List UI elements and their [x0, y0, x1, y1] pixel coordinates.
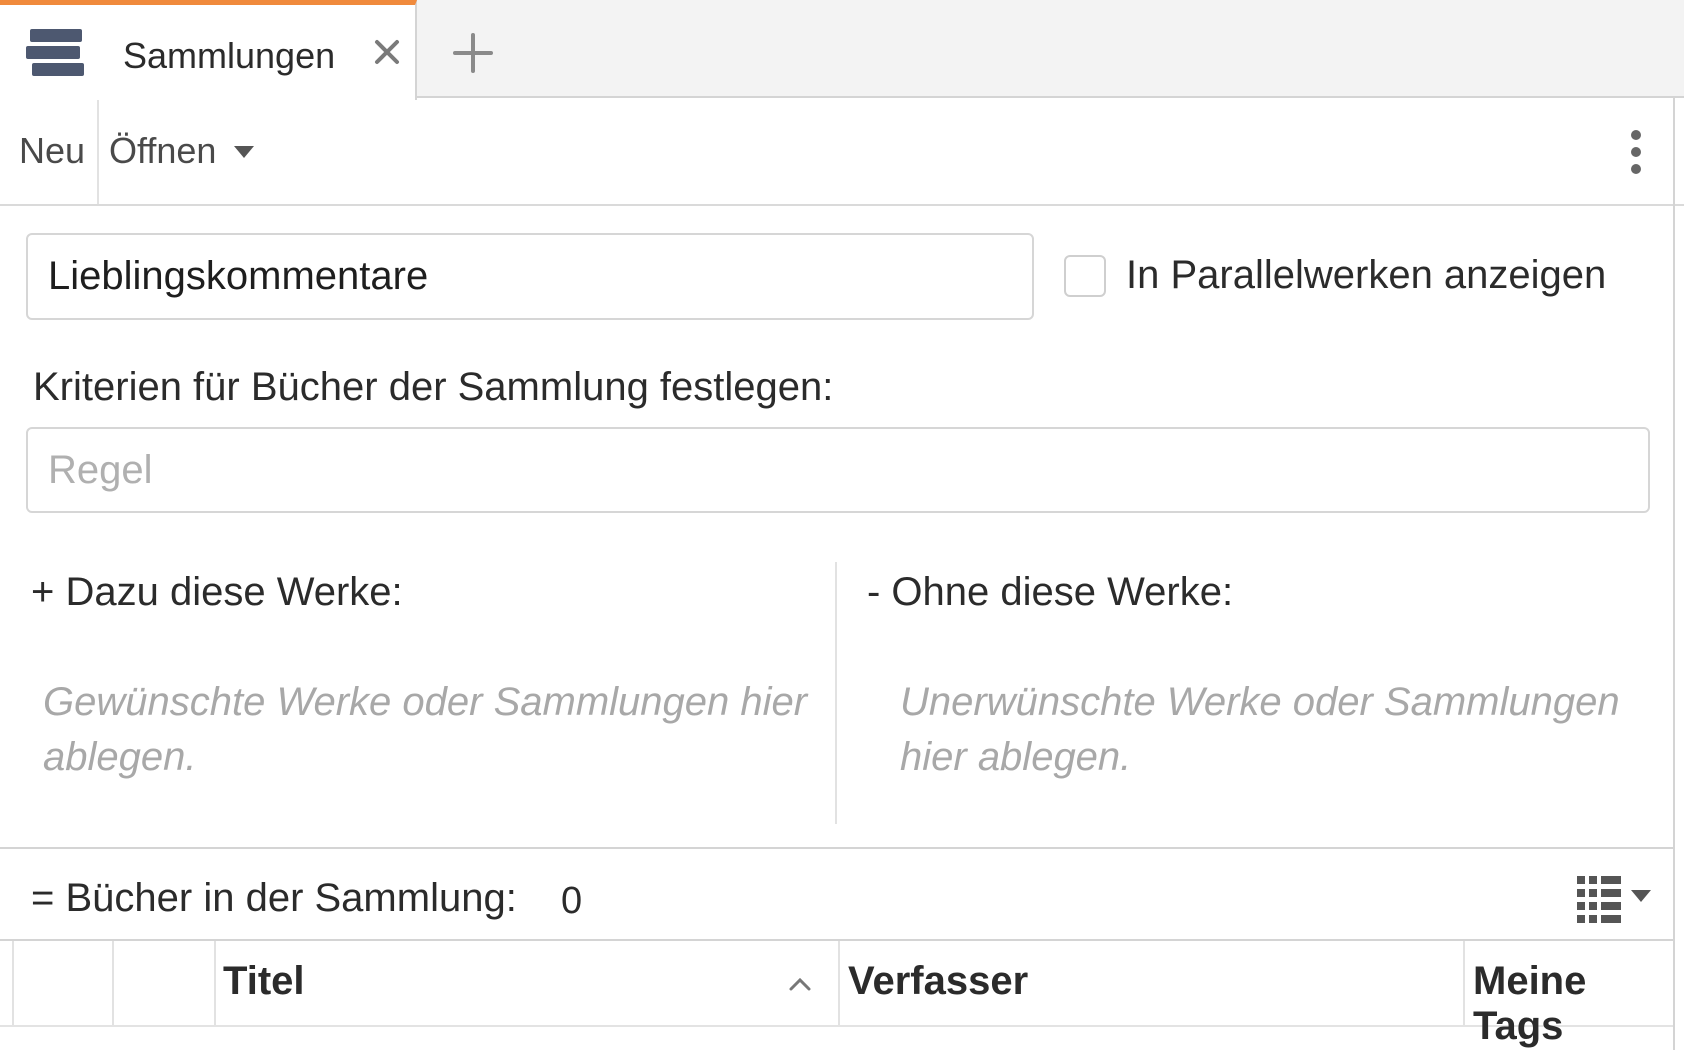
column-header-tags[interactable]: Meine Tags [1473, 959, 1673, 1049]
collection-name-input[interactable] [26, 233, 1034, 320]
column-divider [214, 941, 216, 1025]
list-view-icon[interactable] [1577, 876, 1657, 924]
open-dropdown-button[interactable]: Öffnen [109, 130, 216, 172]
column-divider [112, 941, 114, 1025]
tab-sammlungen[interactable]: Sammlungen [0, 0, 417, 100]
column-header-title[interactable]: Titel [223, 959, 305, 1004]
parallel-checkbox[interactable] [1064, 255, 1106, 297]
exclude-drop-zone[interactable]: Unerwünschte Werke oder Sammlungen hier … [900, 675, 1640, 785]
table-header: Titel Verfasser Meine Tags [0, 941, 1673, 1048]
toolbar: Neu Öffnen [0, 100, 1684, 206]
result-bar: = Bücher in der Sammlung: 0 [0, 847, 1673, 941]
column-divider [12, 941, 14, 1025]
criteria-label: Kriterien für Bücher der Sammlung festle… [33, 365, 834, 409]
books-stack-icon [26, 29, 84, 76]
panel-edge [1673, 98, 1675, 1050]
more-vertical-icon[interactable] [1626, 128, 1646, 176]
rule-input[interactable] [26, 427, 1650, 513]
result-label: = Bücher in der Sammlung: [31, 876, 517, 920]
tab-bar: Sammlungen [0, 0, 1684, 100]
toolbar-divider [97, 100, 99, 204]
parallel-checkbox-label[interactable]: In Parallelwerken anzeigen [1126, 253, 1606, 298]
close-icon[interactable] [370, 35, 404, 69]
sort-ascending-icon[interactable] [788, 976, 812, 992]
include-works-title: + Dazu diese Werke: [31, 570, 403, 614]
include-drop-zone[interactable]: Gewünschte Werke oder Sammlungen hier ab… [43, 675, 813, 785]
plus-icon[interactable] [450, 30, 496, 76]
new-button[interactable]: Neu [19, 130, 85, 172]
column-divider [838, 941, 840, 1025]
caret-down-icon[interactable] [234, 146, 254, 158]
column-header-author[interactable]: Verfasser [848, 959, 1028, 1004]
result-count: 0 [561, 880, 583, 922]
section-divider [835, 562, 837, 824]
tab-label: Sammlungen [123, 35, 336, 76]
exclude-works-title: - Ohne diese Werke: [867, 570, 1234, 614]
column-divider [1463, 941, 1465, 1025]
